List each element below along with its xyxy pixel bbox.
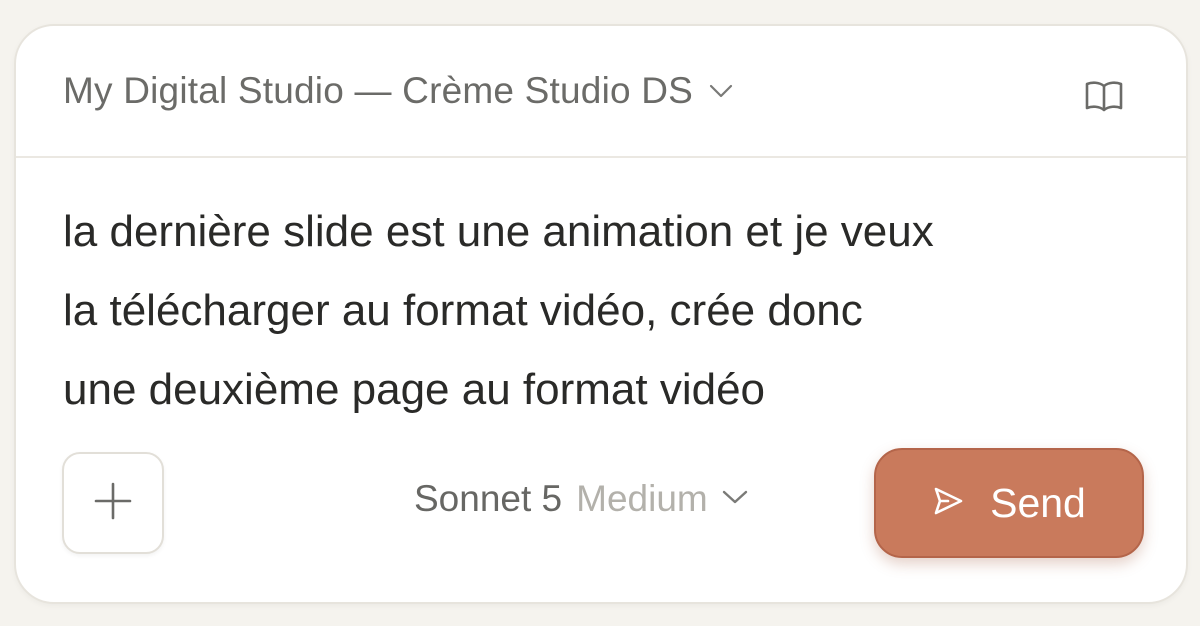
- send-button[interactable]: Send: [874, 448, 1144, 558]
- plus-icon: [93, 481, 133, 526]
- composer-header: My Digital Studio — Crème Studio DS: [16, 26, 1186, 158]
- book-icon[interactable]: [1084, 78, 1124, 114]
- project-title: My Digital Studio — Crème Studio DS: [63, 70, 694, 111]
- chevron-down-icon: [709, 84, 733, 98]
- model-effort: Medium: [576, 478, 708, 519]
- model-name: Sonnet 5: [414, 478, 563, 519]
- project-selector[interactable]: My Digital Studio — Crème Studio DS: [63, 70, 733, 112]
- send-label: Send: [990, 479, 1086, 526]
- composer-card: My Digital Studio — Crème Studio DS la d…: [14, 24, 1188, 604]
- message-input[interactable]: la dernière slide est une animation et j…: [63, 192, 1153, 429]
- send-icon: [932, 486, 964, 521]
- chevron-down-icon: [722, 489, 748, 510]
- model-selector[interactable]: Sonnet 5 Medium: [414, 478, 748, 520]
- add-button[interactable]: [62, 452, 164, 554]
